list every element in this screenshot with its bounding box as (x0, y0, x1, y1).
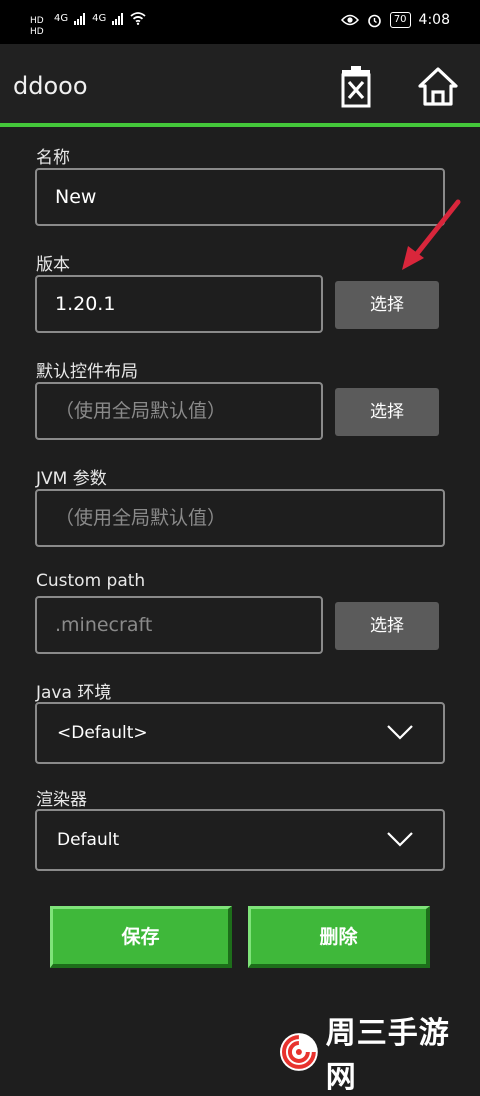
alarm-icon (368, 14, 381, 27)
app-bar: ddooo (0, 44, 480, 124)
jvm-args-label: JVM 参数 (36, 469, 107, 489)
battery-icon: 70 (389, 12, 411, 28)
hd-indicator: HD HD (30, 16, 44, 37)
renderer-label: 渲染器 (36, 790, 87, 810)
control-layout-label: 默认控件布局 (36, 362, 138, 382)
eye-icon (340, 14, 359, 26)
save-button[interactable]: 保存 (50, 906, 232, 968)
java-env-label: Java 环境 (36, 683, 112, 703)
logo-icon (279, 1033, 318, 1071)
delete-button[interactable]: 删除 (248, 906, 430, 968)
app-title: ddooo (13, 72, 88, 100)
jvm-args-field[interactable]: （使用全局默认值） (35, 489, 445, 547)
network-2: 4G (92, 13, 107, 24)
network-1: 4G (54, 13, 69, 24)
status-right: 70 4:08 (340, 12, 450, 28)
control-layout-field[interactable]: （使用全局默认值） (35, 382, 323, 440)
watermark-text: 周三手游网 (325, 1016, 450, 1095)
wifi-icon (130, 12, 146, 25)
version-field[interactable]: 1.20.1 (35, 275, 323, 333)
signal-icon (74, 12, 86, 25)
app-bar-accent-line (0, 123, 480, 127)
custom-path-label: Custom path (36, 571, 146, 591)
status-bar: HD HD 4G 4G 70 4:08 (0, 0, 480, 44)
control-layout-select-button[interactable]: 选择 (335, 388, 439, 436)
name-label: 名称 (36, 148, 70, 168)
chevron-down-icon (387, 832, 413, 847)
watermark: 周三手游网 (278, 1008, 480, 1096)
renderer-selected: Default (57, 830, 120, 850)
network-indicators: 4G 4G (54, 12, 146, 25)
signal-icon (112, 12, 124, 25)
home-icon[interactable] (416, 64, 460, 108)
chevron-down-icon (387, 725, 413, 740)
custom-path-select-button[interactable]: 选择 (335, 602, 439, 650)
clock: 4:08 (418, 12, 450, 28)
version-select-button[interactable]: 选择 (335, 281, 439, 329)
version-label: 版本 (36, 255, 70, 275)
custom-path-field[interactable]: .minecraft (35, 596, 323, 654)
annotation-arrow (402, 199, 461, 270)
java-env-selected: <Default> (57, 723, 148, 743)
renderer-dropdown[interactable]: Default (35, 809, 445, 871)
java-env-dropdown[interactable]: <Default> (35, 702, 445, 764)
name-field[interactable]: New (35, 168, 445, 226)
delete-icon[interactable] (334, 64, 378, 108)
